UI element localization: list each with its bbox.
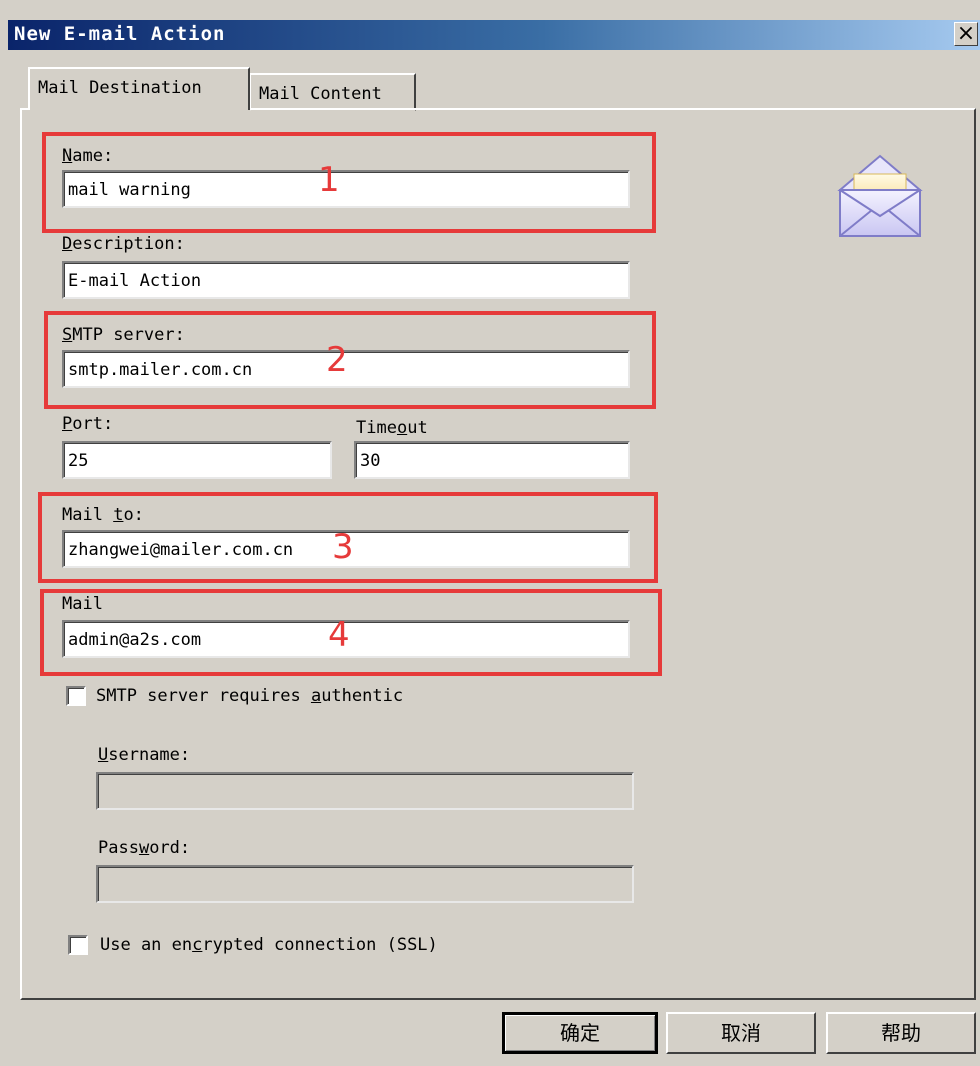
tab-mail-content[interactable]: Mail Content [250, 73, 416, 111]
description-value: E-mail Action [68, 271, 202, 291]
close-button[interactable]: × [954, 22, 978, 46]
envelope-icon [837, 154, 923, 237]
window-title: New E-mail Action [14, 23, 226, 45]
email-action-dialog: New E-mail Action × Mail Destination Mai… [0, 0, 980, 1066]
username-input[interactable] [96, 772, 634, 810]
annotation-box-1 [42, 132, 656, 233]
port-input[interactable]: 25 [62, 441, 332, 479]
annotation-number-2: 2 [326, 340, 348, 380]
auth-checkbox-label: SMTP server requires authentic [96, 686, 404, 706]
port-label: Port: [62, 414, 114, 434]
password-input[interactable] [96, 865, 634, 903]
ssl-checkbox-label: Use an encrypted connection (SSL) [100, 935, 438, 955]
cancel-button[interactable]: 取消 [666, 1012, 816, 1054]
auth-checkbox[interactable] [66, 686, 86, 706]
port-value: 25 [68, 451, 89, 471]
description-input[interactable]: E-mail Action [62, 261, 630, 299]
title-bar[interactable]: New E-mail Action [8, 20, 980, 50]
annotation-number-1: 1 [318, 160, 340, 200]
tab-mail-destination[interactable]: Mail Destination [28, 67, 250, 110]
description-label: Description: [62, 234, 185, 254]
timeout-label: Timeout [356, 418, 428, 438]
password-label: Password: [98, 838, 191, 858]
annotation-number-4: 4 [328, 615, 350, 655]
username-label: Username: [98, 745, 191, 765]
ok-button[interactable]: 确定 [502, 1012, 658, 1054]
timeout-value: 30 [360, 451, 381, 471]
annotation-box-4 [40, 589, 662, 676]
ssl-checkbox[interactable] [68, 935, 88, 955]
annotation-number-3: 3 [332, 527, 354, 567]
timeout-input[interactable]: 30 [354, 441, 630, 479]
annotation-box-2 [44, 311, 656, 409]
help-button[interactable]: 帮助 [826, 1012, 976, 1054]
